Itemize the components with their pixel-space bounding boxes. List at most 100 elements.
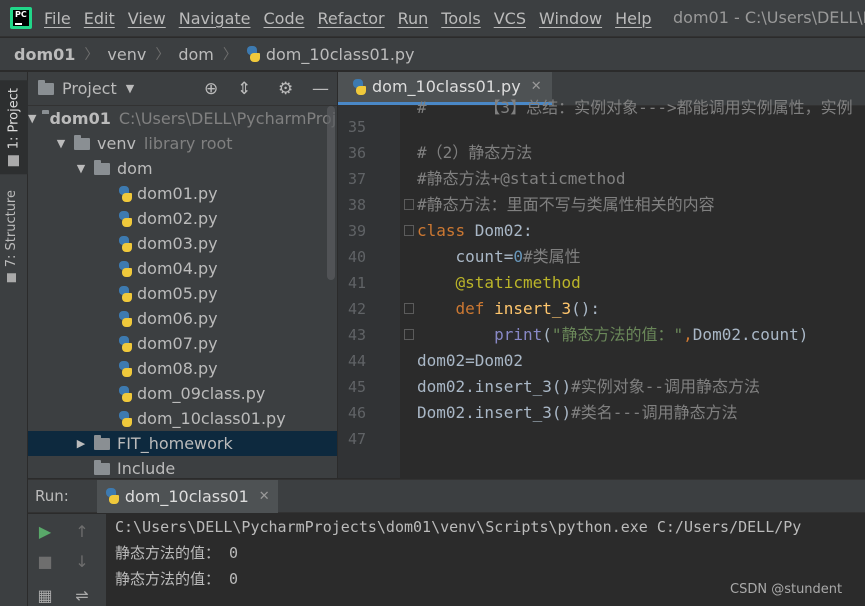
chevron-down-icon[interactable]: ▼: [126, 82, 134, 95]
expand-arrow-icon[interactable]: ▼: [28, 112, 36, 125]
menu-help[interactable]: Help: [615, 9, 651, 28]
tree-item-path: library root: [143, 134, 233, 153]
code-text: print("静态方法的值：",Dom02.count): [417, 322, 808, 348]
tab-project-tool[interactable]: 1: Project: [0, 80, 28, 175]
expand-arrow-icon[interactable]: ▼: [54, 137, 68, 150]
line-number: 38: [347, 196, 366, 214]
line-number: 41: [347, 274, 366, 292]
tab-project-label: 1: Project: [6, 88, 22, 150]
tree-item-label: dom01: [49, 109, 111, 128]
menu-code[interactable]: Code: [264, 9, 305, 28]
menu-navigate[interactable]: Navigate: [179, 9, 251, 28]
tree-folder-item[interactable]: ▼ dom01 C:\Users\DELL\PycharmProje: [28, 106, 337, 131]
menu-edit[interactable]: Edit: [84, 9, 115, 28]
menu-vcs[interactable]: VCS: [494, 9, 526, 28]
menu-view[interactable]: View: [128, 9, 166, 28]
code-text: Dom02.insert_3()#类名---调用静态方法: [417, 400, 738, 426]
console-output[interactable]: C:\Users\DELL\PycharmProjects\dom01\venv…: [115, 514, 865, 592]
close-icon[interactable]: ✕: [531, 79, 542, 94]
run-label: Run:: [35, 487, 69, 505]
breadcrumb-item-file[interactable]: dom_10class01.py: [246, 45, 415, 64]
python-file-icon: [118, 285, 133, 302]
tree-item-label: venv: [97, 134, 136, 153]
soft-wrap-icon[interactable]: ⇌: [72, 586, 92, 606]
tree-folder-item[interactable]: ▼ venv library root: [28, 131, 337, 156]
code-token: 0: [513, 247, 523, 266]
code-token: def: [417, 299, 495, 318]
code-token: ():: [571, 299, 601, 318]
fold-marker-icon[interactable]: [404, 329, 414, 340]
tab-structure-tool[interactable]: 7: Structure: [4, 190, 19, 283]
line-number: 46: [347, 404, 366, 422]
project-scrollbar[interactable]: [327, 106, 335, 280]
layout-icon[interactable]: ▦: [35, 586, 55, 606]
project-panel-title[interactable]: Project: [62, 79, 117, 98]
collapse-all-icon[interactable]: ⇕: [237, 80, 251, 98]
python-run-icon: [105, 488, 120, 504]
menu-refactor[interactable]: Refactor: [317, 9, 384, 28]
stop-icon[interactable]: ■: [35, 552, 55, 572]
breadcrumb-item-venv[interactable]: venv: [107, 45, 146, 64]
code-token: Dom02.insert_3(): [417, 403, 572, 422]
tree-file-item[interactable]: dom08.py: [28, 356, 337, 381]
folder-icon: [94, 159, 110, 175]
tree-item-label: dom06.py: [137, 309, 218, 328]
tree-file-item[interactable]: dom07.py: [28, 331, 337, 356]
run-toolbar: ▶ ↑ ■ ↓ ▦ ⇌: [28, 514, 106, 606]
code-token: dom02=Dom02: [417, 351, 523, 370]
tree-item-label: FIT_homework: [117, 434, 233, 453]
structure-icon: [7, 273, 16, 283]
tree-folder-item[interactable]: ▶ FIT_homework: [28, 431, 337, 456]
console-line: 静态方法的值： 0: [115, 544, 239, 562]
tree-file-item[interactable]: dom06.py: [28, 306, 337, 331]
menu-file[interactable]: File: [44, 9, 71, 28]
close-icon[interactable]: ✕: [259, 489, 270, 504]
menu-tools[interactable]: Tools: [441, 9, 480, 28]
tree-item-label: dom_09class.py: [137, 384, 266, 403]
code-line: 36 #（2）静态方法: [338, 140, 865, 166]
code-line: 46 Dom02.insert_3()#类名---调用静态方法: [338, 400, 865, 426]
expand-arrow-icon[interactable]: ▼: [74, 162, 88, 175]
fold-marker-icon[interactable]: [404, 199, 414, 210]
python-file-icon: [118, 335, 133, 352]
down-arrow-icon[interactable]: ↓: [72, 552, 92, 572]
breadcrumb-item-project[interactable]: dom01: [14, 45, 75, 64]
rerun-icon[interactable]: ▶: [35, 522, 55, 542]
code-area[interactable]: # 【3】总结：实例对象--->都能调用实例属性，实例 35 36 #（2）静态方法…: [338, 98, 865, 478]
tree-item-label: dom08.py: [137, 359, 218, 378]
menu-run[interactable]: Run: [398, 9, 429, 28]
folder-icon: [94, 459, 110, 475]
locate-file-icon[interactable]: ⊕: [204, 80, 218, 98]
gear-icon[interactable]: ⚙: [278, 80, 293, 98]
python-file-icon: [118, 185, 133, 202]
run-tab-label: dom_10class01: [124, 486, 249, 506]
collapse-arrow-icon[interactable]: ▶: [74, 437, 88, 450]
hide-panel-icon[interactable]: —: [312, 80, 329, 98]
breadcrumb-item-dom[interactable]: dom: [178, 45, 214, 64]
menu-window[interactable]: Window: [539, 9, 602, 28]
code-line: 43 print("静态方法的值：",Dom02.count): [338, 322, 865, 348]
fold-marker-icon[interactable]: [404, 303, 414, 314]
tree-file-item[interactable]: dom05.py: [28, 281, 337, 306]
tree-folder-item[interactable]: Include: [28, 456, 337, 478]
run-tab[interactable]: dom_10class01 ✕: [96, 479, 278, 513]
tree-file-item[interactable]: dom02.py: [28, 206, 337, 231]
code-token: #静态方法+@staticmethod: [417, 169, 626, 188]
tree-file-item[interactable]: dom_10class01.py: [28, 406, 337, 431]
tree-file-item[interactable]: dom03.py: [28, 231, 337, 256]
code-text: #静态方法+@staticmethod: [417, 166, 626, 192]
line-number: 43: [347, 326, 366, 344]
tree-file-item[interactable]: dom01.py: [28, 181, 337, 206]
tree-file-item[interactable]: dom04.py: [28, 256, 337, 281]
python-file-icon: [352, 78, 367, 95]
tree-file-item[interactable]: dom_09class.py: [28, 381, 337, 406]
tree-folder-item[interactable]: ▼ dom: [28, 156, 337, 181]
tree-item-label: dom: [117, 159, 153, 178]
fold-marker-icon[interactable]: [404, 225, 414, 236]
code-line: 40 count=0#类属性: [338, 244, 865, 270]
line-number: 40: [347, 248, 366, 266]
python-file-icon: [118, 260, 133, 277]
up-arrow-icon[interactable]: ↑: [72, 522, 92, 542]
python-file-icon: [246, 46, 261, 62]
code-text: count=0#类属性: [417, 244, 581, 270]
